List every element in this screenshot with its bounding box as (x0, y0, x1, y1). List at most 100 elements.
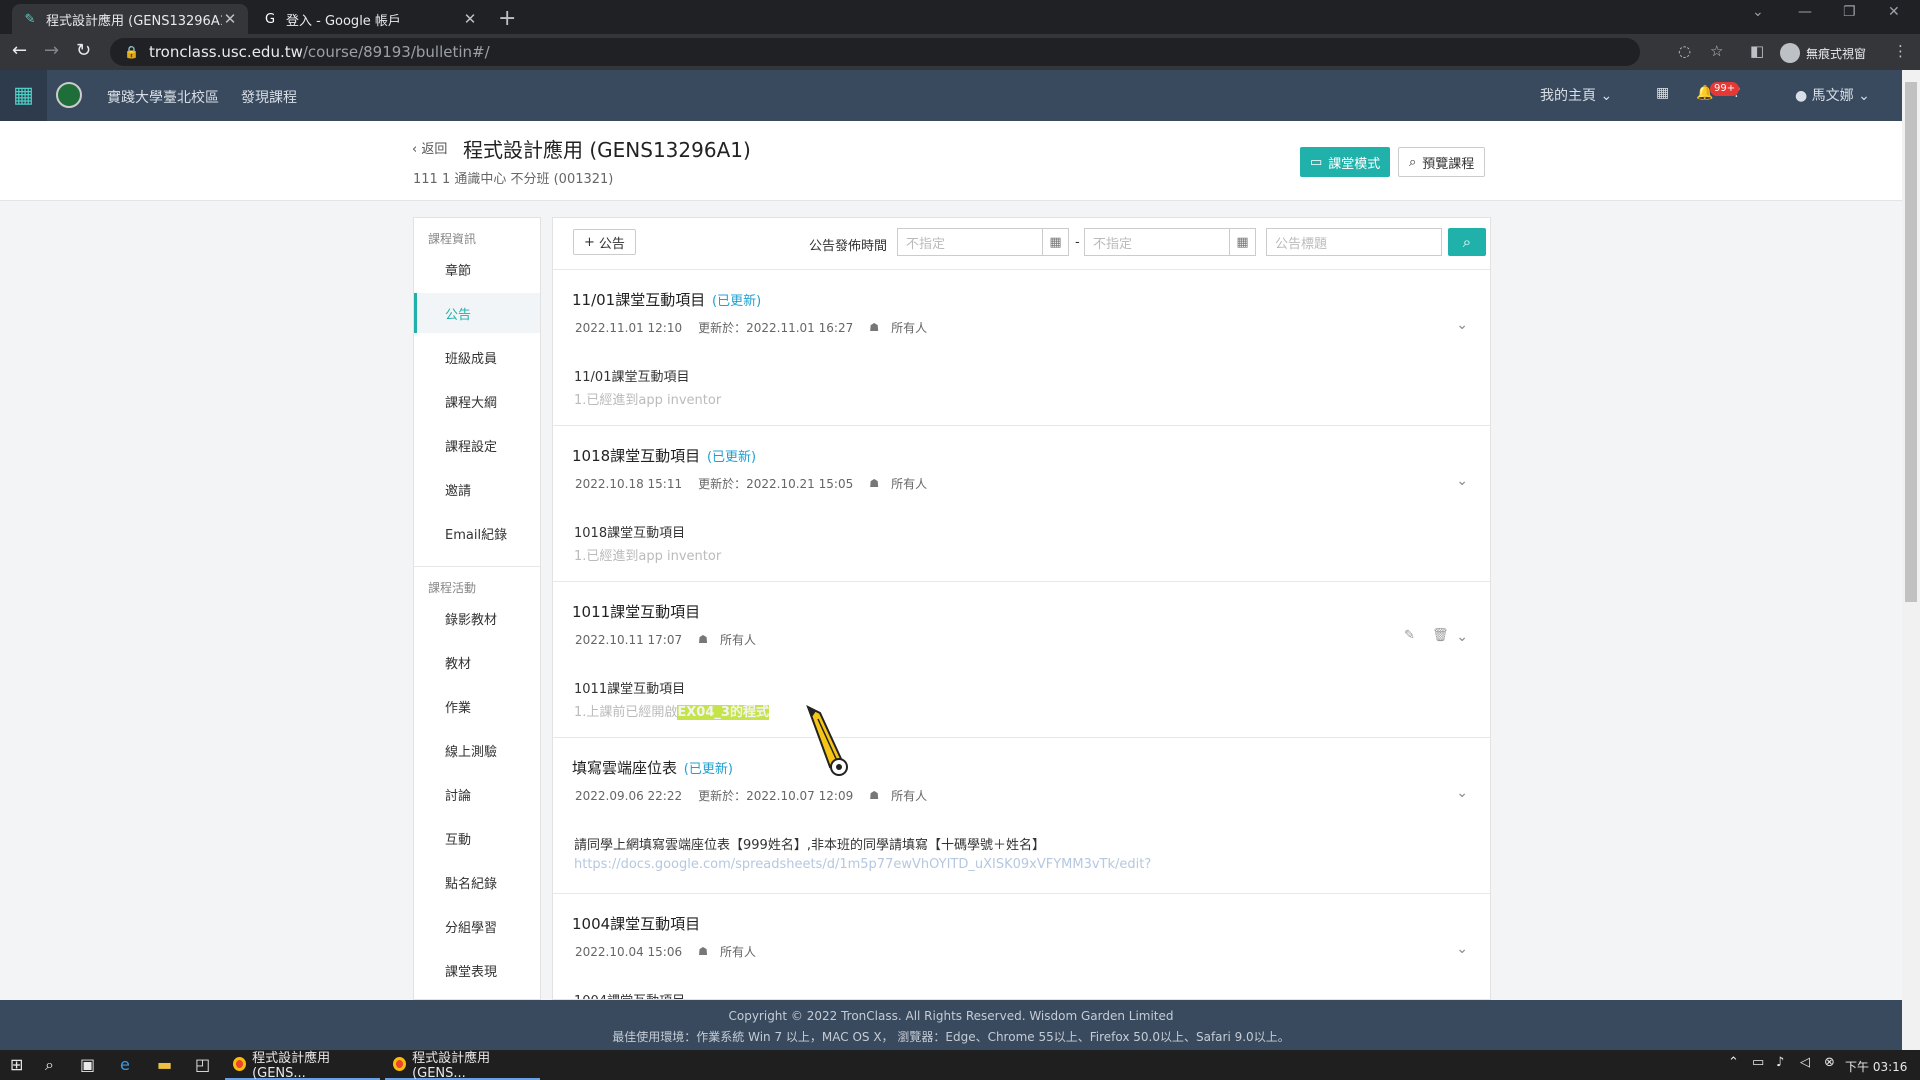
bulletin-item[interactable]: 填寫雲端座位表 (已更新) 2022.09.06 22:22 更新於：2022.… (553, 738, 1490, 894)
sidebar-item-performance[interactable]: 課堂表現 (414, 950, 540, 990)
new-tab-icon[interactable]: + (498, 6, 516, 31)
chevron-down-icon[interactable]: ⌄ (1456, 317, 1468, 333)
tab-title: 登入 - Google 帳戶 (286, 13, 401, 29)
back-link[interactable]: ‹ 返回 (412, 138, 447, 157)
url-path: /course/89193/bulletin#/ (302, 43, 490, 61)
sidebar-item-syllabus[interactable]: 課程大綱 (414, 381, 540, 421)
date-range-dash: - (1075, 235, 1080, 250)
microphone-icon[interactable]: ♪ (1776, 1055, 1784, 1070)
bulletin-body-line: 1.已經進到app inventor (574, 393, 722, 408)
chevron-down-icon[interactable]: ⌄ (1456, 473, 1468, 489)
calendar-icon[interactable]: ▦ (1229, 229, 1255, 255)
sidebar-item-groups[interactable]: 分組學習 (414, 906, 540, 946)
chevron-down-icon[interactable]: ⌄ (1456, 629, 1468, 645)
bulletin-title[interactable]: 1004課堂互動項目 (572, 913, 700, 934)
updated-tag: (已更新) (683, 762, 733, 777)
sidebar-item-discussion[interactable]: 討論 (414, 774, 540, 814)
browser-tab-google[interactable]: G 登入 - Google 帳戶 ✕ (252, 4, 488, 34)
search-button[interactable]: ⌕ (1448, 228, 1486, 256)
page-footer: Copyright © 2022 TronClass. All Rights R… (0, 1000, 1902, 1050)
preview-course-button[interactable]: ⌕ 預覽課程 (1398, 147, 1486, 177)
add-bulletin-button[interactable]: + 公告 (573, 229, 636, 255)
sidebar-item-bulletin[interactable]: 公告 (414, 293, 540, 333)
updated-tag: (已更新) (706, 450, 757, 465)
close-icon[interactable]: ✕ (222, 10, 238, 28)
incognito-profile[interactable]: 無痕式視窗 (1780, 43, 1866, 63)
sidebar-item-videos[interactable]: 錄影教材 (414, 598, 540, 638)
minimize-icon[interactable]: — (1798, 4, 1812, 20)
close-icon[interactable]: ✕ (462, 10, 478, 28)
tray-chevron-icon[interactable]: ⌃ (1728, 1055, 1739, 1070)
bulletin-meta: 2022.09.06 22:22 更新於：2022.10.07 12:09 ☗ … (575, 787, 943, 804)
profile-label: 無痕式視窗 (1806, 46, 1867, 61)
tronclass-favicon-icon: ✎ (24, 11, 36, 27)
sidebar-item-interaction[interactable]: 互動 (414, 818, 540, 858)
chevron-down-icon[interactable]: ⌄ (1456, 941, 1468, 957)
task-view-icon[interactable]: ▣ (80, 1055, 95, 1074)
star-icon[interactable]: ☆ (1710, 42, 1723, 60)
forward-arrow-icon[interactable]: → (44, 40, 59, 61)
back-arrow-icon[interactable]: ← (12, 40, 27, 61)
side-panel-icon[interactable]: ◧ (1750, 42, 1764, 60)
bulletin-title[interactable]: 填寫雲端座位表 (已更新) (572, 757, 733, 778)
sidebar-item-attendance[interactable]: 點名紀錄 (414, 862, 540, 902)
my-home-menu[interactable]: 我的主頁 ⌄ (1540, 85, 1612, 105)
calendar-icon[interactable]: ▦ (1656, 85, 1669, 101)
classroom-mode-button[interactable]: ▭ 課堂模式 (1300, 147, 1391, 177)
plus-icon: + (584, 234, 595, 250)
reload-icon[interactable]: ↻ (76, 40, 91, 61)
menu-icon[interactable]: ⋮ (1893, 42, 1908, 60)
school-logo[interactable] (56, 82, 82, 108)
browser-tab-course[interactable]: ✎ 程式設計應用 (GENS13296A1) - ✕ (12, 4, 248, 34)
nav-link-discover[interactable]: 發現課程 (241, 87, 297, 107)
taskbar-app-chrome-2[interactable]: 程式設計應用 (GENS... (385, 1050, 540, 1080)
title-search-placeholder: 公告標題 (1275, 236, 1328, 252)
trash-icon[interactable]: 🗑 (1432, 628, 1449, 643)
windows-start-icon[interactable]: ⊞ (10, 1055, 23, 1074)
bulletin-item[interactable]: 1018課堂互動項目 (已更新) 2022.10.18 15:11 更新於：20… (553, 426, 1490, 582)
close-window-icon[interactable]: ✕ (1888, 4, 1900, 20)
sidebar-item-chapters[interactable]: 章節 (414, 249, 540, 289)
created-time: 2022.10.18 15:11 (575, 476, 683, 491)
google-favicon-icon: G (264, 11, 276, 27)
sidebar-item-quiz[interactable]: 線上測驗 (414, 730, 540, 770)
volume-icon[interactable]: ◁ (1800, 1055, 1810, 1070)
sidebar-item-homework[interactable]: 作業 (414, 686, 540, 726)
bulletin-item[interactable]: 11/01課堂互動項目 (已更新) 2022.11.01 12:10 更新於：2… (553, 270, 1490, 426)
eye-off-icon[interactable]: ◌ (1678, 42, 1691, 60)
calendar-icon[interactable]: ▦ (1042, 229, 1068, 255)
restore-icon[interactable]: ❐ (1843, 4, 1856, 20)
apps-grid-icon[interactable]: ▦ (0, 70, 47, 121)
bulletin-body-title: 1004課堂互動項目 (574, 990, 685, 999)
bulletin-title[interactable]: 1011課堂互動項目 (572, 601, 700, 622)
sidebar-item-settings[interactable]: 課程設定 (414, 425, 540, 465)
store-icon[interactable]: ◰ (195, 1055, 210, 1074)
sidebar-item-email[interactable]: Email紀錄 (414, 513, 540, 553)
sidebar-item-invite[interactable]: 邀請 (414, 469, 540, 509)
scrollbar-thumb[interactable] (1905, 82, 1917, 602)
chevron-down-icon[interactable]: ⌄ (1456, 785, 1468, 801)
start-date-input[interactable]: 不指定 ▦ (897, 228, 1069, 256)
bulletin-title[interactable]: 1018課堂互動項目 (已更新) (572, 445, 756, 466)
bulletin-title[interactable]: 11/01課堂互動項目 (已更新) (572, 289, 761, 310)
edge-icon[interactable]: e (120, 1055, 130, 1074)
network-icon[interactable]: ▭ (1752, 1055, 1764, 1070)
bulletin-item[interactable]: 1004課堂互動項目 2022.10.04 15:06 ☗ 所有人 ⌄ 1004… (553, 894, 1490, 999)
bulletin-body-link[interactable]: https://docs.google.com/spreadsheets/d/1… (574, 857, 1151, 872)
user-menu[interactable]: ● 馬文娜 ⌄ (1795, 85, 1870, 105)
edit-icon[interactable]: ✎ (1404, 628, 1415, 643)
taskbar-app-chrome-1[interactable]: 程式設計應用 (GENS... (225, 1050, 380, 1080)
address-bar[interactable]: 🔒 tronclass.usc.edu.tw/course/89193/bull… (110, 38, 1640, 66)
status-icon[interactable]: ⊗ (1824, 1055, 1835, 1070)
bulletin-item[interactable]: 1011課堂互動項目 2022.10.11 17:07 ☗ 所有人 ✎ 🗑 ⌄ … (553, 582, 1490, 738)
search-icon[interactable]: ⌕ (45, 1055, 54, 1075)
tab-search-icon[interactable]: ⌄ (1752, 4, 1764, 20)
incognito-icon (1780, 43, 1800, 63)
sidebar-item-members[interactable]: 班級成員 (414, 337, 540, 377)
file-explorer-icon[interactable]: ▬ (157, 1055, 172, 1074)
bulletin-title-search-input[interactable]: 公告標題 (1266, 228, 1442, 256)
nav-link-campus[interactable]: 實踐大學臺北校區 (107, 87, 219, 107)
end-date-input[interactable]: 不指定 ▦ (1084, 228, 1256, 256)
sidebar-item-materials[interactable]: 教材 (414, 642, 540, 682)
updated-time: 更新於：2022.11.01 16:27 (698, 321, 854, 335)
